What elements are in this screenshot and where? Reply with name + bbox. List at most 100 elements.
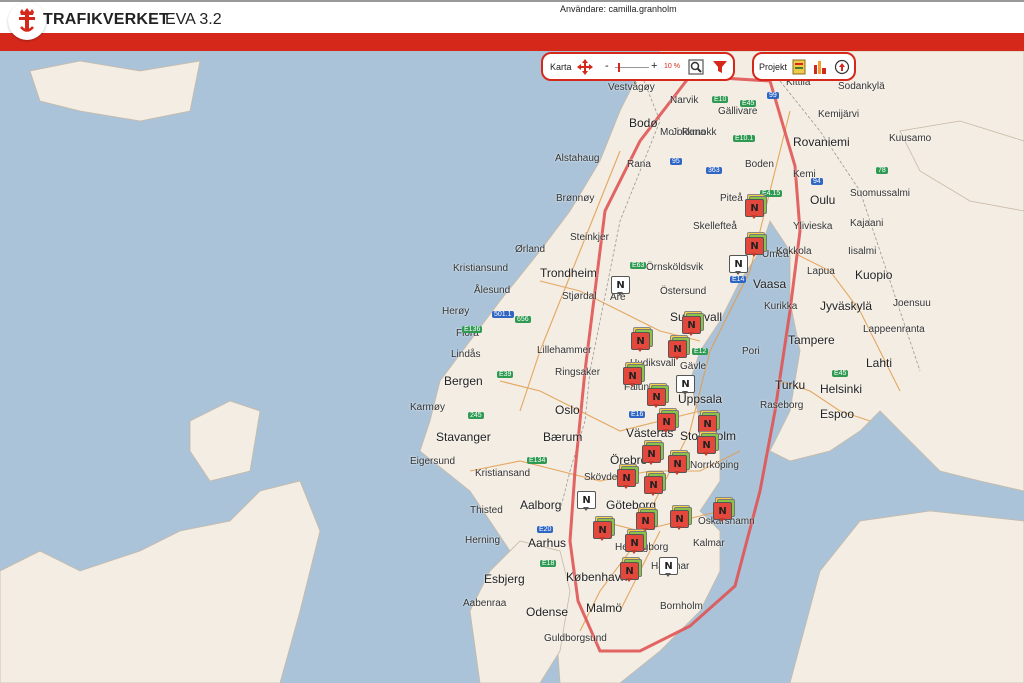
marker-pointer xyxy=(688,332,694,336)
map-label: Aalborg xyxy=(520,498,562,512)
pan-button[interactable] xyxy=(575,57,595,77)
project-marker-white[interactable]: N xyxy=(611,274,631,296)
project-marker-red[interactable]: N xyxy=(668,450,690,475)
map-label: Stjørdal xyxy=(562,291,597,302)
trafikverket-logo[interactable] xyxy=(8,2,46,40)
project-marker-red[interactable]: N xyxy=(697,431,719,456)
map-label: Kristiansand xyxy=(475,468,531,479)
map-label: Oulu xyxy=(810,193,836,207)
marker-pointer xyxy=(751,253,757,257)
road-shield: E45 xyxy=(832,370,849,377)
marker-pointer xyxy=(735,271,741,275)
road-shield: E39 xyxy=(497,371,514,378)
project-toolbar: Projekt xyxy=(752,52,856,81)
zoom-in-button[interactable]: + xyxy=(651,60,657,72)
marker-pointer xyxy=(617,292,623,296)
marker-pointer xyxy=(583,507,589,511)
road-shield: 78 xyxy=(876,167,888,174)
map-label: Jokkmokk xyxy=(672,127,717,138)
map-label: Gällivare xyxy=(718,106,758,117)
marker-pointer xyxy=(599,537,605,541)
marker-pointer xyxy=(648,461,654,465)
road-shield: E14 xyxy=(730,276,747,283)
project-marker-white[interactable]: N xyxy=(676,373,696,395)
road-shield: E10 xyxy=(712,96,729,103)
map-label: Ylivieska xyxy=(793,221,833,232)
map-label: Ringsaker xyxy=(555,367,601,378)
map-label: Narvik xyxy=(670,95,699,106)
project-marker-red[interactable]: N xyxy=(644,471,666,496)
project-marker-red[interactable]: N xyxy=(657,408,679,433)
project-marker-red[interactable]: N xyxy=(647,383,669,408)
filter-funnel-icon xyxy=(713,61,727,73)
zoom-to-extent-icon xyxy=(688,59,704,75)
app-title: EVA 3.2 xyxy=(165,11,222,28)
zoom-extent-button[interactable] xyxy=(686,57,706,77)
project-list-button[interactable] xyxy=(789,57,809,77)
marker-pointer xyxy=(653,404,659,408)
map-label: Stavanger xyxy=(436,430,491,444)
project-list-icon xyxy=(792,59,806,75)
project-marker-red[interactable]: N xyxy=(745,194,767,219)
marker-pointer xyxy=(751,215,757,219)
map-toolbar-label: Karta xyxy=(550,62,572,72)
project-marker-red[interactable]: N xyxy=(625,529,647,554)
project-marker-red[interactable]: N xyxy=(670,505,692,530)
map-label: Espoo xyxy=(820,407,855,421)
map-label: Lindås xyxy=(451,349,481,360)
project-marker-red[interactable]: N xyxy=(668,335,690,360)
upload-button[interactable] xyxy=(832,57,852,77)
map-label: Jyväskylä xyxy=(820,299,873,313)
project-marker-red[interactable]: N xyxy=(620,557,642,582)
project-marker-red[interactable]: N xyxy=(593,516,615,541)
map-label: Kuopio xyxy=(855,268,893,282)
project-add-button[interactable] xyxy=(810,57,830,77)
map-label: Kemijärvi xyxy=(818,109,860,120)
road-shield: E10.1 xyxy=(733,135,756,142)
project-marker-white[interactable]: N xyxy=(659,555,679,577)
map-label: Kristiansund xyxy=(453,263,509,274)
road-shield: 245 xyxy=(468,412,484,419)
road-shield: E20 xyxy=(537,526,554,533)
project-marker-red[interactable]: N xyxy=(631,327,653,352)
map-label: Östersund xyxy=(660,286,707,297)
map-label: Thisted xyxy=(470,505,503,516)
project-marker-red[interactable]: N xyxy=(623,362,645,387)
map-label: Malmö xyxy=(586,601,623,615)
arrow-up-circle-icon xyxy=(834,59,850,75)
map-label: Bergen xyxy=(444,374,483,388)
project-marker-red[interactable]: N xyxy=(642,440,664,465)
project-marker-red[interactable]: N xyxy=(617,464,639,489)
map-label: Boden xyxy=(745,159,774,170)
road-shield: E18 xyxy=(540,560,557,567)
road-shield: E134 xyxy=(527,457,548,464)
project-marker-white[interactable]: N xyxy=(577,489,597,511)
road-shield: 94 xyxy=(811,178,823,185)
map-label: Bornholm xyxy=(660,601,703,612)
marker-pointer xyxy=(676,526,682,530)
filter-button[interactable] xyxy=(710,57,730,77)
marker-pointer xyxy=(682,391,688,395)
project-marker-white[interactable]: N xyxy=(729,253,749,275)
marker-pointer xyxy=(650,492,656,496)
map-label: Joensuu xyxy=(893,298,931,309)
map-label: Esbjerg xyxy=(484,572,525,586)
project-chart-icon xyxy=(814,61,826,74)
marker-pointer xyxy=(626,578,632,582)
zoom-out-button[interactable]: - xyxy=(605,60,609,72)
marker-pointer xyxy=(663,429,669,433)
project-marker-red[interactable]: N xyxy=(713,497,735,522)
current-user: Användare: camilla.granholm xyxy=(560,4,677,14)
map-label: Iisalmi xyxy=(848,246,877,257)
zoom-slider-handle[interactable] xyxy=(618,63,621,72)
map-label: Kajaani xyxy=(850,218,884,229)
map-label: Kurikka xyxy=(764,301,798,312)
marker-pointer xyxy=(703,452,709,456)
map-label: Skellefteå xyxy=(693,221,737,232)
marker-pointer xyxy=(629,383,635,387)
road-shield: E16 xyxy=(629,411,646,418)
marker-pointer xyxy=(637,348,643,352)
project-marker-red[interactable]: N xyxy=(682,311,704,336)
road-shield: 363 xyxy=(706,167,722,174)
map-label: København xyxy=(566,570,628,584)
